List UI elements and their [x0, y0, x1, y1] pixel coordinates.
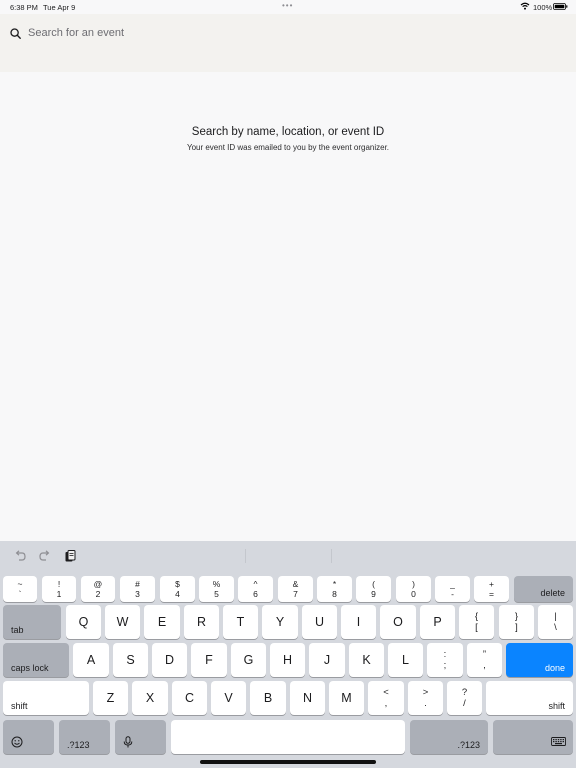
key-c[interactable]: C: [172, 681, 207, 715]
key-l[interactable]: L: [388, 643, 423, 677]
empty-state: Search by name, location, or event ID Yo…: [0, 126, 576, 152]
key-m[interactable]: M: [329, 681, 364, 715]
keyboard-toolbar: [0, 541, 576, 571]
caps-lock-key[interactable]: caps lock: [3, 643, 69, 677]
key-u[interactable]: U: [302, 605, 337, 639]
key-0[interactable]: ) 0: [396, 576, 431, 602]
key-6[interactable]: ^ 6: [238, 576, 273, 602]
key-i[interactable]: I: [341, 605, 376, 639]
shift-left-key[interactable]: shift: [3, 681, 89, 715]
key-t[interactable]: T: [223, 605, 258, 639]
delete-key[interactable]: delete: [514, 576, 573, 602]
key-minus[interactable]: _ -: [435, 576, 470, 602]
key-e[interactable]: E: [144, 605, 180, 639]
key-7[interactable]: & 7: [278, 576, 313, 602]
key-bracket-left[interactable]: {[: [459, 605, 494, 639]
key-5[interactable]: % 5: [199, 576, 234, 602]
empty-state-subtitle: Your event ID was emailed to you by the …: [186, 143, 390, 152]
key-f[interactable]: F: [191, 643, 227, 677]
key-2[interactable]: @2: [81, 576, 115, 602]
key-a[interactable]: A: [73, 643, 109, 677]
home-indicator[interactable]: [200, 760, 376, 764]
multitasking-dots-icon[interactable]: •••: [282, 1, 293, 10]
key-semicolon[interactable]: :;: [427, 643, 463, 677]
key-g[interactable]: G: [231, 643, 266, 677]
numbers-key-right[interactable]: .?123: [410, 720, 488, 754]
key-r[interactable]: R: [184, 605, 219, 639]
done-key[interactable]: done: [506, 643, 573, 677]
key-9[interactable]: (9: [356, 576, 391, 602]
dictation-key[interactable]: [115, 720, 166, 754]
battery-percentage: 100%: [533, 3, 553, 12]
key-b[interactable]: B: [250, 681, 286, 715]
shift-right-key[interactable]: shift: [486, 681, 573, 715]
key-quote[interactable]: ”,: [467, 643, 502, 677]
hide-keyboard-key[interactable]: [493, 720, 573, 754]
search-icon: [10, 27, 21, 39]
key-d[interactable]: D: [152, 643, 187, 677]
empty-state-title: Search by name, location, or event ID: [191, 126, 385, 138]
status-bar: 6:38 PM Tue Apr 9 ••• 100%: [0, 0, 576, 14]
key-h[interactable]: H: [270, 643, 305, 677]
key-1[interactable]: ! 1: [42, 576, 76, 602]
emoji-icon: [11, 736, 23, 748]
search-bar[interactable]: [10, 24, 328, 42]
emoji-key[interactable]: [3, 720, 54, 754]
key-slash[interactable]: ? /: [447, 681, 482, 715]
key-n[interactable]: N: [290, 681, 325, 715]
numbers-key-left[interactable]: .?123: [59, 720, 110, 754]
undo-icon[interactable]: [13, 549, 27, 563]
header-wave-divider: [0, 62, 576, 72]
battery-icon: [553, 3, 568, 10]
paste-icon[interactable]: [63, 549, 77, 563]
tab-key[interactable]: tab: [3, 605, 61, 639]
key-v[interactable]: V: [211, 681, 246, 715]
wifi-icon: [520, 2, 530, 10]
key-y[interactable]: Y: [262, 605, 298, 639]
key-equals[interactable]: + =: [474, 576, 509, 602]
key-q[interactable]: Q: [66, 605, 101, 639]
key-z[interactable]: Z: [93, 681, 128, 715]
key-comma[interactable]: <,: [368, 681, 404, 715]
key-w[interactable]: W: [105, 605, 140, 639]
key-o[interactable]: O: [380, 605, 416, 639]
key-s[interactable]: S: [113, 643, 148, 677]
space-bar[interactable]: [171, 720, 405, 754]
key-backtick[interactable]: ~ `: [3, 576, 37, 602]
key-period[interactable]: >.: [408, 681, 443, 715]
toolbar-divider: [245, 549, 246, 563]
redo-icon[interactable]: [38, 549, 52, 563]
key-k[interactable]: K: [349, 643, 384, 677]
key-bracket-right[interactable]: }]: [499, 605, 534, 639]
onscreen-keyboard: ~ ` ! 1 @2 #3 $4 % 5 ^ 6 & 7 * 8 (9 ) 0 _ - + = d…: [0, 541, 576, 768]
key-4[interactable]: $4: [160, 576, 195, 602]
key-j[interactable]: J: [309, 643, 345, 677]
key-8[interactable]: * 8: [317, 576, 352, 602]
status-date: Tue Apr 9: [43, 3, 76, 12]
keyboard-hide-icon: [551, 737, 566, 746]
key-p[interactable]: P: [420, 605, 455, 639]
search-input[interactable]: [28, 27, 328, 39]
key-x[interactable]: X: [132, 681, 168, 715]
microphone-icon: [123, 736, 133, 748]
key-backslash[interactable]: | \: [538, 605, 573, 639]
toolbar-divider: [331, 549, 332, 563]
key-3[interactable]: #3: [120, 576, 155, 602]
status-time: 6:38 PM: [10, 3, 38, 12]
